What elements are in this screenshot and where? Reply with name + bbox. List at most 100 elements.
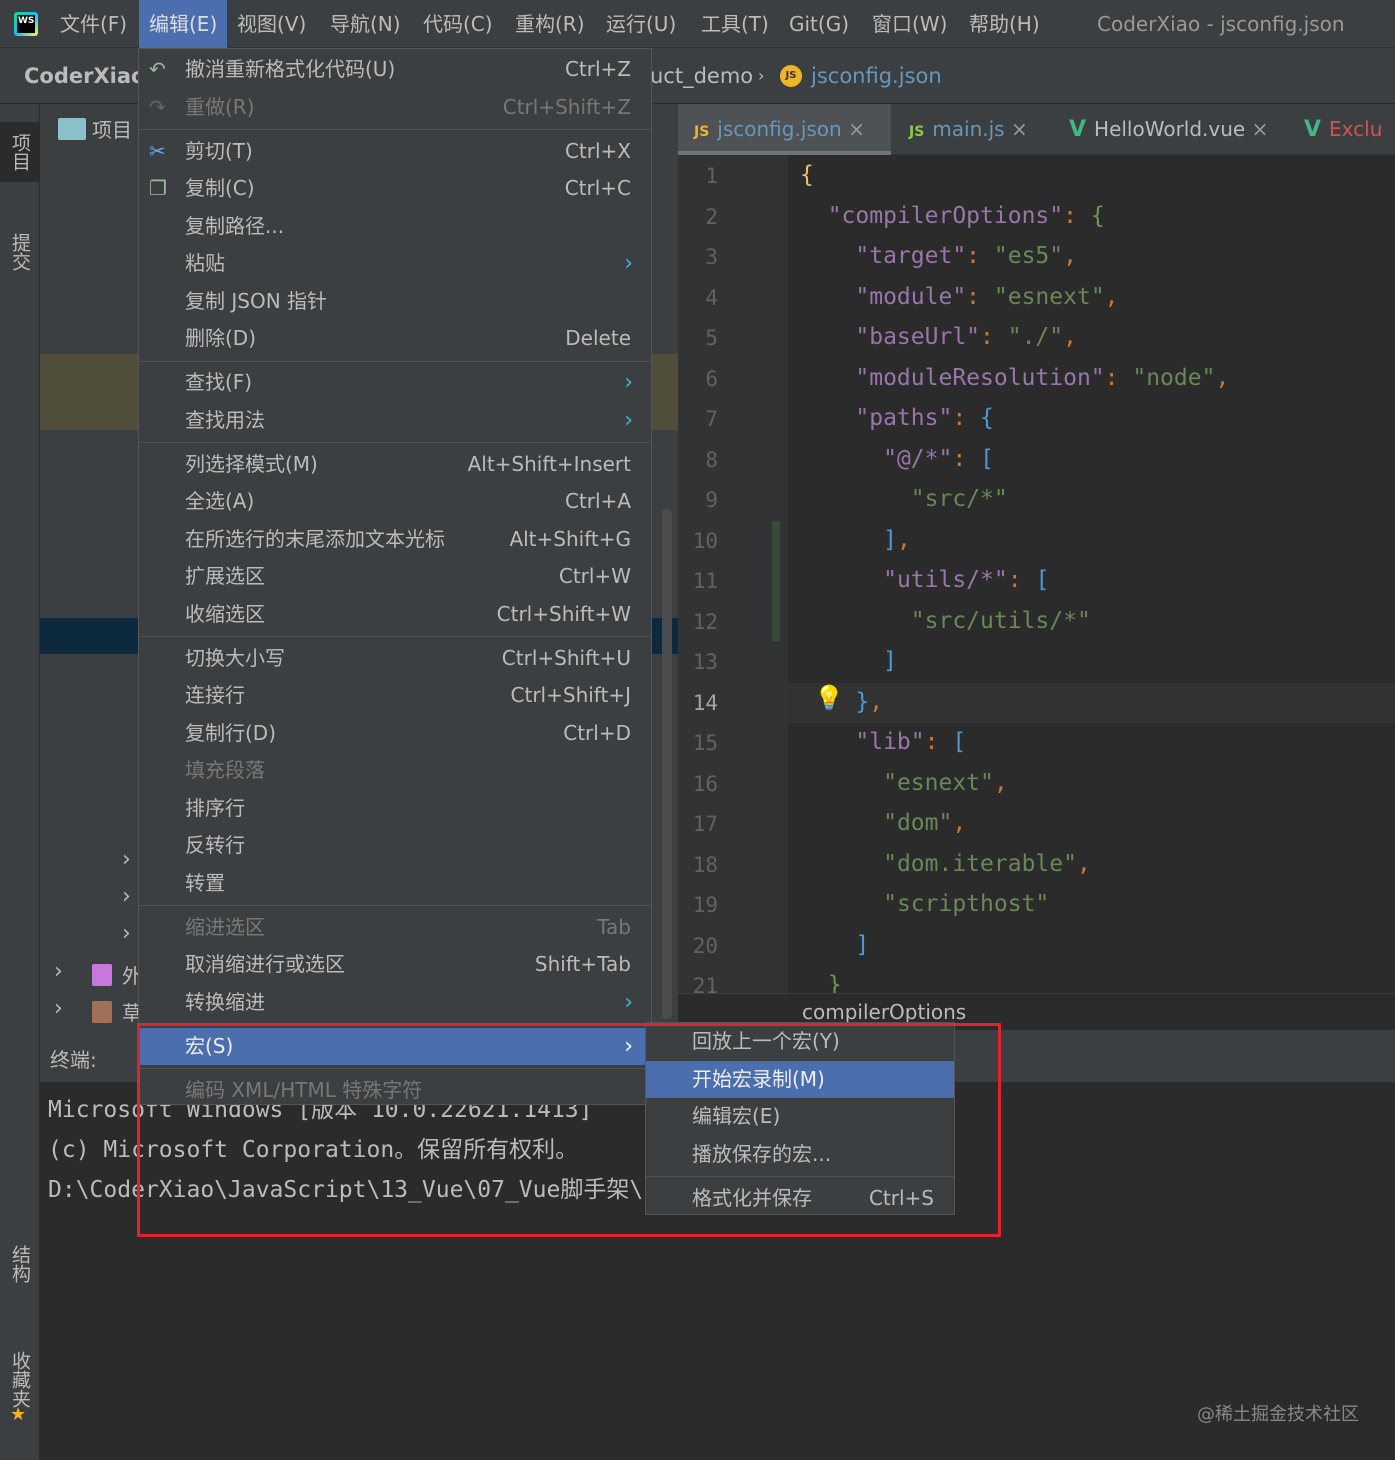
menu-item[interactable]: 在所选行的末尾添加文本光标 Alt+Shift+G: [139, 521, 651, 558]
editor-tab[interactable]: V HelloWorld.vue ×: [1053, 104, 1278, 155]
menu-item[interactable]: ❐ 复制(C) Ctrl+C: [139, 170, 651, 207]
menu-item[interactable]: 删除(D) Delete: [139, 320, 651, 357]
menu-1[interactable]: 编辑(E): [139, 0, 228, 48]
close-icon[interactable]: ×: [1005, 117, 1028, 141]
menu-5[interactable]: 重构(R): [505, 0, 595, 48]
code-line[interactable]: "target": "es5",: [800, 243, 1077, 269]
menu-item[interactable]: 复制路径...: [139, 208, 651, 245]
menu-item-label: 复制路径...: [185, 213, 285, 238]
menu-item[interactable]: 扩展选区 Ctrl+W: [139, 558, 651, 595]
line-number: 2: [705, 204, 718, 229]
tab-label: jsconfig.json: [717, 117, 842, 141]
breadcrumb-separator-icon: ›: [758, 66, 765, 85]
menu-item[interactable]: 切换大小写 Ctrl+Shift+U: [139, 640, 651, 677]
menu-10[interactable]: 帮助(H): [959, 0, 1050, 48]
code-line[interactable]: "lib": [: [800, 729, 966, 755]
expand-arrow-icon[interactable]: ›: [122, 847, 131, 872]
tab-label: HelloWorld.vue: [1094, 117, 1246, 141]
code-line[interactable]: {: [800, 162, 814, 188]
menu-item-shortcut: Ctrl+Shift+J: [510, 683, 631, 707]
code-line[interactable]: ]: [800, 648, 897, 674]
expand-arrow-icon[interactable]: ›: [54, 996, 63, 1021]
line-number: 13: [692, 650, 718, 674]
menu-item-label: 排序行: [185, 795, 245, 820]
folder-icon: [58, 118, 86, 140]
menu-item-label: 列选择模式(M): [185, 451, 318, 476]
menu-3[interactable]: 导航(N): [320, 0, 411, 48]
breadcrumb-item[interactable]: uct_demo: [650, 48, 753, 104]
editor-tab[interactable]: JS main.js ×: [893, 104, 1043, 155]
menu-item[interactable]: ↶ 撤消重新格式化代码(U) Ctrl+Z: [139, 51, 651, 88]
code-line[interactable]: "scripthost": [800, 891, 1049, 917]
close-icon[interactable]: ×: [1245, 117, 1269, 141]
menu-item[interactable]: 转换缩进 ›: [139, 984, 651, 1021]
menu-item[interactable]: ✂ 剪切(T) Ctrl+X: [139, 133, 651, 170]
tool-tab-commit[interactable]: 提交: [0, 222, 40, 282]
menu-item[interactable]: 排序行: [139, 790, 651, 827]
menu-7[interactable]: 工具(T): [691, 0, 779, 48]
menu-item[interactable]: 收缩选区 Ctrl+Shift+W: [139, 596, 651, 633]
menu-0[interactable]: 文件(F): [50, 0, 137, 48]
menu-item-label: 在所选行的末尾添加文本光标: [185, 526, 445, 551]
expand-arrow-icon[interactable]: ›: [122, 921, 131, 946]
line-number: 7: [705, 407, 718, 431]
code-line[interactable]: "src/utils/*": [800, 608, 1091, 634]
menu-item[interactable]: 复制 JSON 指针: [139, 283, 651, 320]
editor-tab[interactable]: JS jsconfig.json ×: [678, 104, 891, 155]
menu-4[interactable]: 代码(C): [413, 0, 503, 48]
menu-item-label: 粘贴: [185, 251, 225, 275]
menu-bar: WS 文件(F) 编辑(E) 视图(V) 导航(N) 代码(C) 重构(R) 运行(U) 工具…: [0, 0, 1395, 48]
menu-item[interactable]: 取消缩进行或选区 Shift+Tab: [139, 946, 651, 983]
menu-separator: [139, 442, 651, 443]
menu-9[interactable]: 窗口(W): [862, 0, 957, 48]
menu-item[interactable]: 全选(A) Ctrl+A: [139, 483, 651, 520]
code-line[interactable]: "dom.iterable",: [800, 851, 1091, 877]
menu-item-label: 扩展选区: [185, 564, 265, 588]
expand-arrow-icon[interactable]: ›: [54, 959, 63, 984]
tool-tab-project[interactable]: 项目: [0, 122, 40, 182]
scratch-icon: [92, 1001, 112, 1023]
editor-tab[interactable]: V Exclu: [1288, 104, 1395, 155]
scrollbar[interactable]: [662, 509, 672, 1019]
code-line[interactable]: "module": "esnext",: [800, 284, 1118, 310]
code-line[interactable]: "dom",: [800, 810, 966, 836]
expand-arrow-icon[interactable]: ›: [122, 884, 131, 909]
menu-2[interactable]: 视图(V): [227, 0, 316, 48]
menu-item[interactable]: 粘贴 ›: [139, 245, 651, 282]
code-line[interactable]: "esnext",: [800, 770, 1008, 796]
menu-item[interactable]: 复制行(D) Ctrl+D: [139, 715, 651, 752]
menu-item[interactable]: 查找(F) ›: [139, 364, 651, 401]
breadcrumb-compiler-options[interactable]: compilerOptions: [802, 1000, 966, 1024]
menu-item[interactable]: 连接行 Ctrl+Shift+J: [139, 677, 651, 714]
code-line[interactable]: "utils/*": [: [800, 567, 1049, 593]
code-line[interactable]: "paths": {: [800, 405, 994, 431]
code-line[interactable]: ]: [800, 932, 869, 958]
code-line[interactable]: "compilerOptions": {: [800, 203, 1105, 229]
menu-item-shortcut: Alt+Shift+G: [509, 526, 631, 551]
vcs-change-marker: [772, 521, 780, 641]
close-icon[interactable]: ×: [842, 117, 865, 141]
menu-item-shortcut: Ctrl+W: [558, 564, 631, 588]
menu-8[interactable]: Git(G): [779, 0, 859, 48]
editor[interactable]: JS jsconfig.json × JS main.js × V HelloWorld.…: [678, 104, 1395, 1030]
menu-item[interactable]: 查找用法 ›: [139, 402, 651, 439]
json-icon: JS: [780, 65, 802, 87]
breadcrumb-item[interactable]: jsconfig.json: [811, 48, 942, 104]
lightbulb-icon[interactable]: 💡: [814, 684, 844, 712]
code-line[interactable]: "src/*": [800, 486, 1008, 512]
project-panel-title[interactable]: 项目: [92, 114, 132, 143]
code-line[interactable]: ],: [800, 527, 911, 553]
menu-item-shortcut: Ctrl+Z: [564, 57, 631, 81]
menu-item[interactable]: 列选择模式(M) Alt+Shift+Insert: [139, 446, 651, 483]
cut-icon: ✂: [149, 138, 166, 163]
code-line[interactable]: "moduleResolution": "node",: [800, 365, 1229, 391]
project-name[interactable]: CoderXiao: [24, 48, 145, 104]
menu-item-label: 收缩选区: [185, 601, 265, 626]
tool-tab-structure[interactable]: 结构: [0, 1234, 40, 1294]
menu-item[interactable]: 反转行: [139, 827, 651, 864]
menu-item[interactable]: 转置: [139, 865, 651, 902]
menu-item-shortcut: Tab: [597, 914, 631, 939]
code-line[interactable]: "baseUrl": "./",: [800, 324, 1077, 350]
code-line[interactable]: "@/*": [: [800, 446, 994, 472]
menu-6[interactable]: 运行(U): [596, 0, 686, 48]
